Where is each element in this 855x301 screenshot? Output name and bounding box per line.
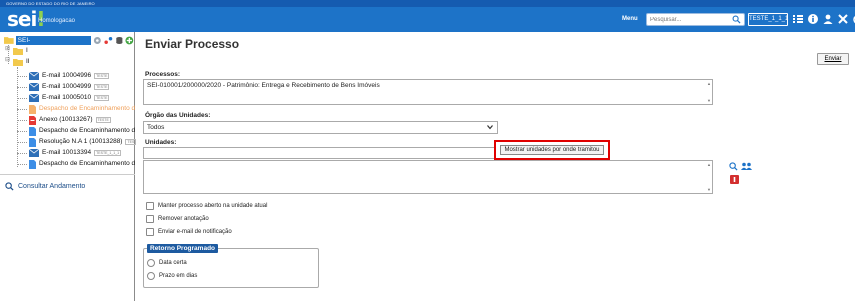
- collapse-toggle[interactable]: ⊟: [5, 56, 10, 63]
- user-icon[interactable]: [822, 13, 834, 25]
- page-title: Enviar Processo: [145, 37, 240, 51]
- document-icon: [29, 104, 36, 114]
- email-icon: [29, 94, 39, 102]
- top-header: sei! Homologacao Menu TESTE_1_1_1: [0, 7, 855, 32]
- tree-item[interactable]: E-mail 10004996 TESTE: [29, 71, 110, 81]
- scroll-up-icon[interactable]: ▲: [707, 162, 711, 167]
- process-number-link[interactable]: SEI-010001/200000/2020: [15, 35, 92, 53]
- show-units-button[interactable]: Mostrar unidades por onde tramitou: [500, 145, 604, 155]
- checkbox[interactable]: [146, 202, 154, 210]
- document-icon: [29, 126, 36, 136]
- search-input[interactable]: [647, 14, 727, 25]
- tools-icon[interactable]: [837, 13, 849, 25]
- scroll-down-icon[interactable]: ▼: [707, 98, 711, 103]
- folder-open-icon: [4, 37, 14, 44]
- unidades-label: Unidades:: [145, 139, 177, 146]
- folder-open-icon: [13, 59, 23, 66]
- tree-item[interactable]: Despacho de Encaminhamento d: [29, 126, 135, 136]
- radio-data-certa[interactable]: Data certa: [147, 259, 187, 267]
- process-root: SEI-010001/200000/2020: [4, 35, 134, 53]
- checkbox[interactable]: [146, 215, 154, 223]
- gear-icon[interactable]: [93, 36, 102, 45]
- checkbox[interactable]: [146, 228, 154, 236]
- send-button[interactable]: Enviar: [817, 53, 849, 65]
- orgao-label: Órgão das Unidades:: [145, 112, 211, 119]
- processos-label: Processos:: [145, 71, 181, 78]
- consultar-andamento-link[interactable]: Consultar Andamento: [5, 182, 85, 191]
- unit-selector[interactable]: TESTE_1_1_1: [748, 13, 788, 26]
- highlight-frame: Mostrar unidades por onde tramitou: [494, 140, 610, 160]
- flow-icon[interactable]: [104, 36, 113, 45]
- menu-link[interactable]: Menu: [622, 16, 638, 22]
- document-icon: [29, 159, 36, 169]
- tree-item[interactable]: Despacho de Encaminhamento d: [29, 159, 135, 169]
- folder-item[interactable]: I: [13, 46, 28, 56]
- add-icon[interactable]: [125, 36, 134, 45]
- divider: [0, 174, 135, 175]
- pdf-icon: [29, 115, 36, 125]
- option-remover-anotacao[interactable]: Remover anotação: [146, 215, 209, 223]
- tree-item[interactable]: E-mail 10004999 TESTE: [29, 82, 110, 92]
- process-tree-panel: SEI-010001/200000/2020 ⊞ I ⊟ II E-mail 1…: [0, 32, 137, 301]
- grid-icon[interactable]: [792, 13, 804, 25]
- unidades-input[interactable]: [143, 147, 495, 159]
- unidades-list[interactable]: ▲ ▼: [143, 160, 713, 194]
- email-icon: [29, 149, 39, 157]
- tree-item[interactable]: Resolução N.A 1 (10013288) TES: [29, 137, 137, 147]
- folder-icon: [13, 48, 23, 55]
- document-icon: [29, 137, 36, 147]
- scroll-up-icon[interactable]: ▲: [707, 81, 711, 86]
- search-icon[interactable]: [732, 15, 741, 24]
- remove-icon[interactable]: [730, 175, 739, 184]
- search-icon: [5, 182, 14, 191]
- email-icon: [29, 83, 39, 91]
- retorno-programado-legend: Retorno Programado: [147, 244, 219, 253]
- retorno-programado-group: [143, 248, 319, 288]
- tree-item[interactable]: E-mail 10013394 TESTE_1_1_1: [29, 148, 122, 158]
- search-icon[interactable]: [729, 162, 738, 171]
- email-icon: [29, 72, 39, 80]
- orgao-select[interactable]: Todos: [143, 121, 498, 134]
- radio-prazo-dias[interactable]: Prazo em dias: [147, 272, 197, 280]
- tree-item[interactable]: Anexo (10013267) TESTE: [29, 115, 111, 125]
- government-bar: GOVERNO DO ESTADO DO RIO DE JANEIRO: [0, 0, 855, 7]
- radio-button[interactable]: [147, 272, 155, 280]
- chevron-down-icon: [487, 125, 493, 130]
- radio-button[interactable]: [147, 259, 155, 267]
- option-enviar-email[interactable]: Enviar e-mail de notificação: [146, 228, 232, 236]
- option-manter-aberto[interactable]: Manter processo aberto na unidade atual: [146, 202, 267, 210]
- users-icon[interactable]: [741, 162, 753, 171]
- tree-item[interactable]: Despacho de Encaminhamento d: [29, 104, 135, 114]
- tree-item[interactable]: E-mail 10005010 TESTE: [29, 93, 110, 103]
- collapse-toggle[interactable]: ⊞: [5, 45, 10, 52]
- info-icon[interactable]: [807, 13, 819, 25]
- environment-label: Homologacao: [38, 18, 76, 24]
- folder-item[interactable]: II: [13, 57, 30, 67]
- processos-list[interactable]: SEI-010001/200000/2020 - Patrimônio: Ent…: [143, 79, 713, 105]
- database-icon[interactable]: [115, 36, 124, 45]
- scroll-down-icon[interactable]: ▼: [707, 187, 711, 192]
- search-box[interactable]: [646, 13, 745, 26]
